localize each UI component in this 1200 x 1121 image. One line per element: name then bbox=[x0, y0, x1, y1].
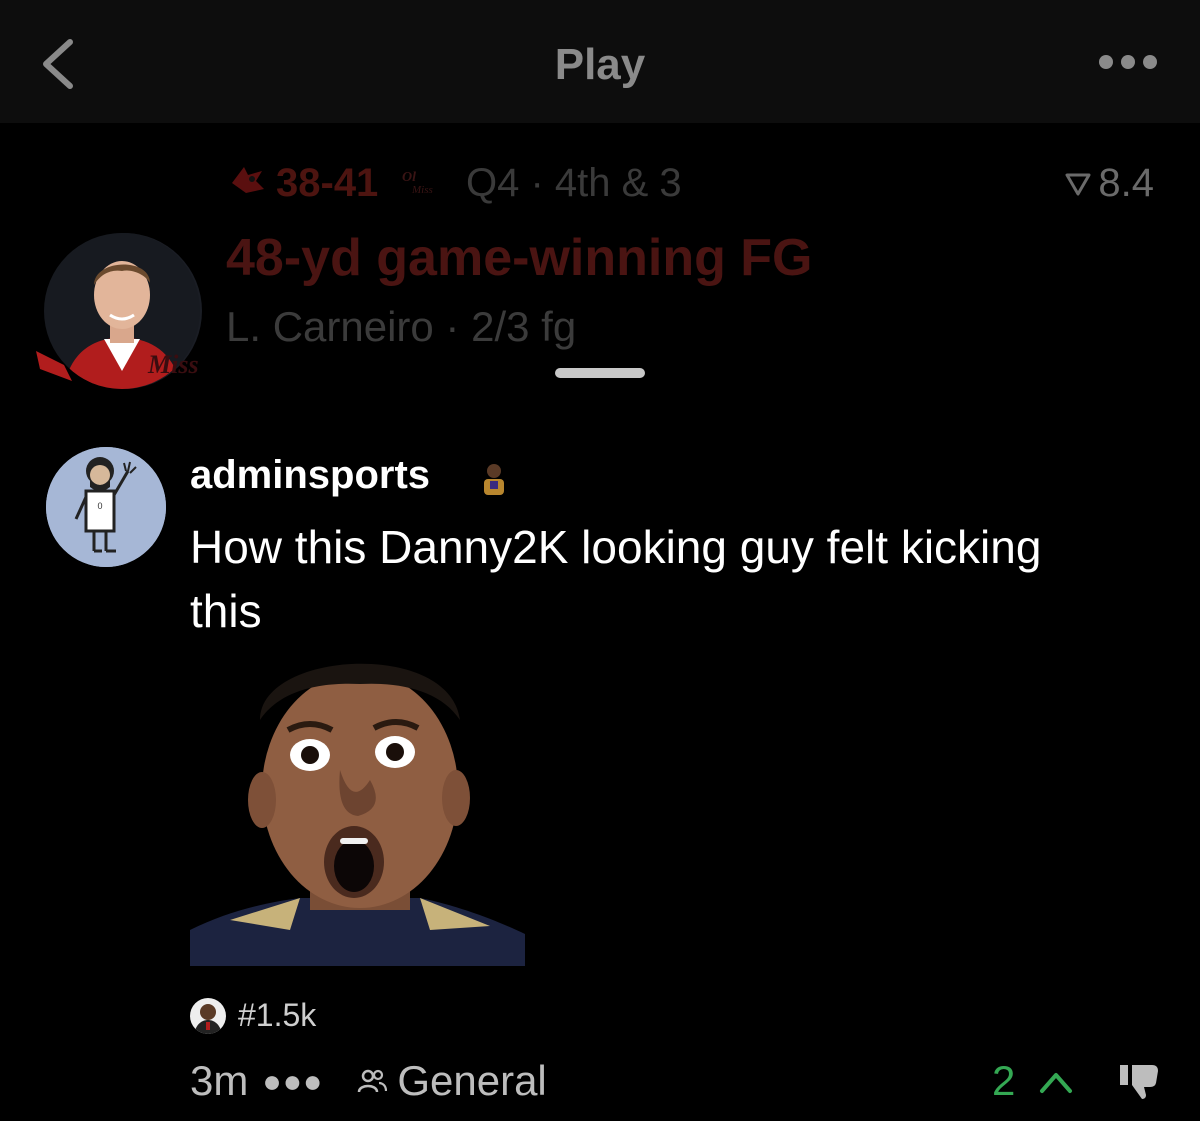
timestamp: 3m bbox=[190, 1057, 249, 1104]
play-rating: 8.4 bbox=[1064, 161, 1154, 206]
screen: Play Miss 38-41 Ol Miss Q4 · 4th & 3 8.4… bbox=[0, 0, 1200, 1121]
play-title: 48-yd game-winning FG bbox=[226, 229, 813, 287]
page-title: Play bbox=[554, 40, 646, 89]
ole-miss-logo-icon: Ol Miss bbox=[402, 170, 433, 195]
comment: 0 adminsports How this Danny2K looking g… bbox=[0, 445, 1200, 1121]
drag-handle[interactable] bbox=[555, 368, 645, 378]
rating-flag-icon bbox=[1065, 173, 1091, 195]
svg-text:Miss: Miss bbox=[147, 350, 199, 379]
comment-text: How this Danny2K looking guy felt kickin… bbox=[190, 521, 1042, 637]
group-label[interactable]: General bbox=[397, 1057, 546, 1105]
svg-text:Miss: Miss bbox=[411, 184, 433, 195]
reaction-image[interactable] bbox=[190, 630, 525, 966]
upvote-chevron-icon[interactable] bbox=[1038, 1067, 1074, 1095]
user-badge-icon bbox=[484, 464, 504, 495]
more-options-icon[interactable] bbox=[1096, 50, 1160, 74]
player-avatar: Miss bbox=[36, 233, 202, 389]
rank-avatar bbox=[190, 997, 226, 1034]
play-subtitle: L. Carneiro · 2/3 fg bbox=[226, 303, 577, 350]
thumbs-down-icon[interactable] bbox=[1118, 1061, 1162, 1101]
people-icon bbox=[358, 1069, 388, 1093]
comment-meta: 3m ●●● General bbox=[190, 1057, 547, 1105]
user-rank: #1.5k bbox=[190, 997, 316, 1034]
svg-text:Ol: Ol bbox=[402, 170, 416, 185]
rank-value: #1.5k bbox=[238, 997, 317, 1033]
vote-count: 2 bbox=[992, 1057, 1016, 1104]
game-situation: Q4 · 4th & 3 bbox=[466, 161, 682, 205]
user-avatar[interactable]: 0 bbox=[46, 447, 166, 567]
rating-value: 8.4 bbox=[1098, 161, 1154, 205]
play-card[interactable]: Miss 38-41 Ol Miss Q4 · 4th & 3 8.4 48-y… bbox=[0, 123, 1200, 413]
svg-text:0: 0 bbox=[97, 501, 102, 511]
comment-more-icon[interactable]: ●●● bbox=[262, 1063, 323, 1100]
score: 38-41 bbox=[276, 161, 379, 205]
nav-bar: Play bbox=[0, 0, 1200, 123]
username[interactable]: adminsports bbox=[190, 453, 430, 498]
cardinal-logo-icon bbox=[232, 167, 264, 193]
